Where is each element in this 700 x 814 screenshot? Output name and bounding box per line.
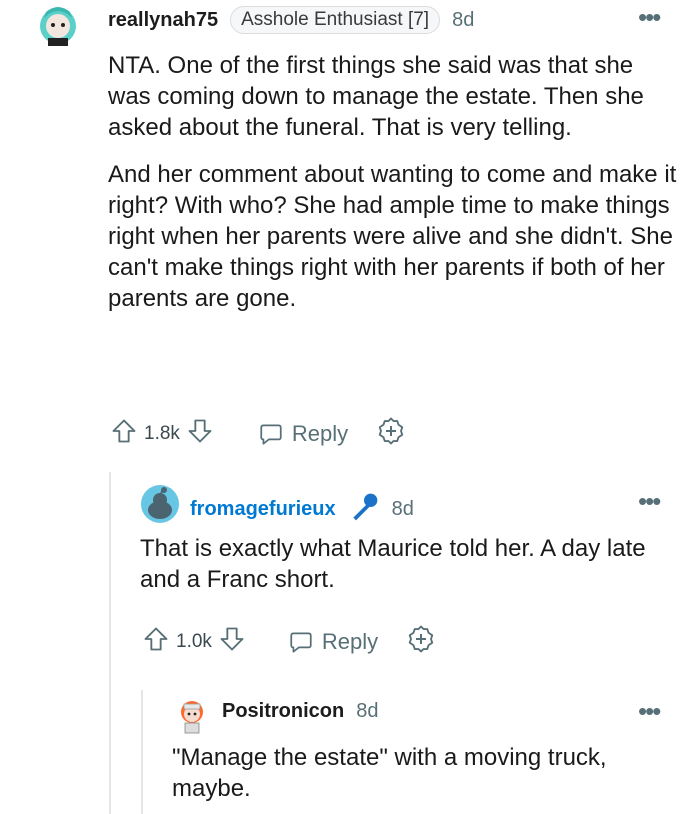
reply-icon xyxy=(290,632,312,653)
username[interactable]: fromagefurieux xyxy=(190,498,336,521)
microphone-icon xyxy=(348,491,380,528)
avatar[interactable] xyxy=(140,484,180,524)
thread-line[interactable] xyxy=(141,690,143,814)
comment-age[interactable]: 8d xyxy=(356,700,378,723)
reply-label: Reply xyxy=(321,629,379,654)
vote-count: 1.0k xyxy=(176,631,212,652)
comment-paragraph: And her comment about wanting to come an… xyxy=(108,161,677,312)
comment-age[interactable]: 8d xyxy=(392,498,414,521)
reply-label: Reply xyxy=(291,421,349,446)
more-options-icon[interactable]: ••• xyxy=(638,488,661,514)
award-icon[interactable] xyxy=(406,624,436,660)
comment-paragraph: That is exactly what Maurice told her. A… xyxy=(140,535,646,593)
more-options-icon[interactable]: ••• xyxy=(638,698,661,724)
vote-count: 1.8k xyxy=(144,423,180,444)
comment-actions: 1.0k Reply xyxy=(142,624,436,660)
comment-actions: 1.8k Reply xyxy=(110,416,406,452)
award-icon[interactable] xyxy=(376,416,406,452)
comment-body: "Manage the estate" with a moving truck,… xyxy=(172,742,682,804)
upvote-icon[interactable] xyxy=(142,625,170,659)
avatar[interactable] xyxy=(172,692,212,736)
comment-paragraph: "Manage the estate" with a moving truck,… xyxy=(172,744,607,802)
thread-line[interactable] xyxy=(109,472,111,814)
comment-header: fromagefurieux 8d xyxy=(190,491,414,528)
username[interactable]: Positronicon xyxy=(222,700,344,723)
reply-button[interactable]: Reply xyxy=(258,421,348,447)
avatar[interactable] xyxy=(34,0,82,48)
comment-header: Positronicon 8d xyxy=(222,700,378,723)
downvote-icon[interactable] xyxy=(186,417,214,451)
comment-paragraph: NTA. One of the first things she said wa… xyxy=(108,52,644,141)
upvote-icon[interactable] xyxy=(110,417,138,451)
user-flair: Asshole Enthusiast [7] xyxy=(230,6,441,34)
comment-body: NTA. One of the first things she said wa… xyxy=(108,50,678,314)
reply-button[interactable]: Reply xyxy=(288,629,378,655)
more-options-icon[interactable]: ••• xyxy=(638,4,661,30)
username[interactable]: reallynah75 xyxy=(108,9,218,32)
comment-age[interactable]: 8d xyxy=(452,9,474,32)
comment-header: reallynah75 Asshole Enthusiast [7] 8d xyxy=(108,6,474,34)
downvote-icon[interactable] xyxy=(218,625,246,659)
reply-icon xyxy=(260,424,282,445)
comment-body: That is exactly what Maurice told her. A… xyxy=(140,533,680,595)
